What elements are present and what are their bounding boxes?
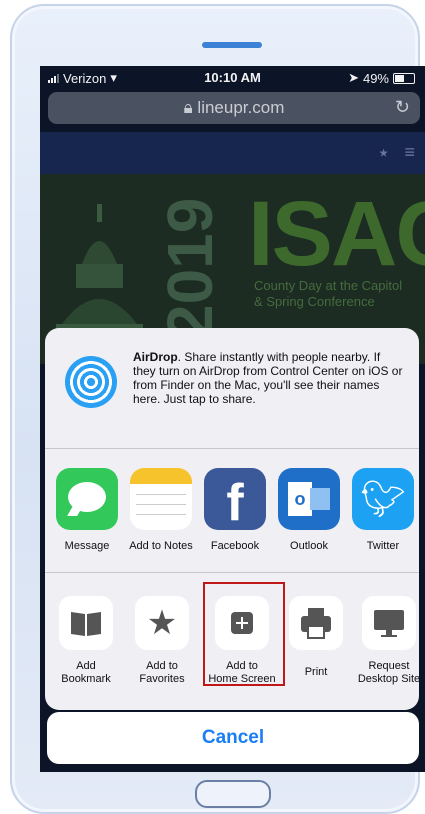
action-row: Add Bookmark ★ Add to Favorites Add to H… bbox=[45, 574, 419, 710]
book-icon bbox=[59, 596, 113, 650]
url-domain: lineupr.com bbox=[197, 98, 285, 117]
home-button[interactable] bbox=[195, 780, 271, 808]
airdrop-section[interactable]: AirDrop. Share instantly with people nea… bbox=[45, 328, 419, 448]
hero-subtitle-1: County Day at the Capitol bbox=[254, 278, 403, 293]
outlook-icon: o bbox=[278, 468, 340, 530]
printer-icon bbox=[289, 596, 343, 650]
app-message[interactable]: Message bbox=[51, 468, 123, 552]
notes-icon bbox=[130, 468, 192, 530]
status-bar: Verizon ▾ 10:10 AM ➤ 49% bbox=[40, 66, 425, 90]
action-label-line2: Favorites bbox=[139, 673, 185, 685]
action-label-line2: Bookmark bbox=[61, 673, 111, 685]
app-label: Outlook bbox=[290, 540, 328, 552]
app-add-to-notes[interactable]: Add to Notes bbox=[125, 468, 197, 552]
twitter-icon: 🐦︎ bbox=[352, 468, 414, 530]
app-twitter[interactable]: 🐦︎ Twitter bbox=[347, 468, 419, 552]
app-row: Message Add to Notes f Facebook o Outloo… bbox=[45, 448, 419, 572]
speaker-slot bbox=[202, 42, 262, 48]
app-label: Add to Notes bbox=[129, 540, 193, 552]
sheet-divider bbox=[45, 572, 419, 573]
hero-title: ISAC bbox=[248, 183, 425, 285]
app-label: Facebook bbox=[210, 540, 260, 552]
hero-subtitle-2: & Spring Conference bbox=[254, 294, 375, 309]
action-label-line1: Add bbox=[76, 660, 96, 672]
phone-screen: Verizon ▾ 10:10 AM ➤ 49% 🔒︎ lineupr.com … bbox=[40, 66, 425, 772]
action-add-to-favorites[interactable]: ★ Add to Favorites bbox=[127, 596, 197, 686]
desktop-icon bbox=[362, 596, 416, 650]
app-label: Message bbox=[64, 540, 110, 552]
app-facebook[interactable]: f Facebook bbox=[199, 468, 271, 552]
battery-percent: 49% bbox=[362, 70, 389, 86]
airdrop-description: AirDrop. Share instantly with people nea… bbox=[133, 350, 403, 406]
message-icon bbox=[56, 468, 118, 530]
battery-icon bbox=[393, 72, 415, 84]
action-label-line2: Desktop Site bbox=[357, 673, 419, 685]
location-icon: ➤ bbox=[348, 70, 359, 85]
url-bar[interactable]: 🔒︎ lineupr.com ↻ bbox=[48, 92, 420, 124]
app-outlook[interactable]: o Outlook bbox=[273, 468, 345, 552]
site-navbar: ⭑ ≡ bbox=[40, 132, 425, 174]
share-sheet: AirDrop. Share instantly with people nea… bbox=[45, 328, 419, 710]
action-label-line1: Add to bbox=[146, 660, 178, 672]
action-label-line1: Request bbox=[368, 660, 410, 672]
action-print[interactable]: Print bbox=[281, 596, 351, 679]
star-icon: ★ bbox=[135, 596, 189, 650]
facebook-icon: f bbox=[204, 468, 266, 530]
share-icon[interactable]: ⭑ bbox=[379, 142, 389, 163]
cancel-button[interactable]: Cancel bbox=[47, 712, 419, 764]
action-add-bookmark[interactable]: Add Bookmark bbox=[51, 596, 121, 686]
phone-frame: Verizon ▾ 10:10 AM ➤ 49% 🔒︎ lineupr.com … bbox=[10, 4, 425, 814]
airdrop-icon bbox=[65, 356, 117, 408]
action-request-desktop-site[interactable]: Request Desktop Site bbox=[353, 596, 419, 686]
menu-icon[interactable]: ≡ bbox=[404, 142, 415, 163]
app-label: Twitter bbox=[366, 540, 400, 552]
highlight-box bbox=[203, 582, 285, 686]
reload-icon[interactable]: ↻ bbox=[395, 97, 410, 118]
lock-icon: 🔒︎ bbox=[183, 98, 193, 117]
airdrop-title: AirDrop bbox=[133, 350, 178, 364]
action-label-line1: Print bbox=[304, 666, 328, 678]
